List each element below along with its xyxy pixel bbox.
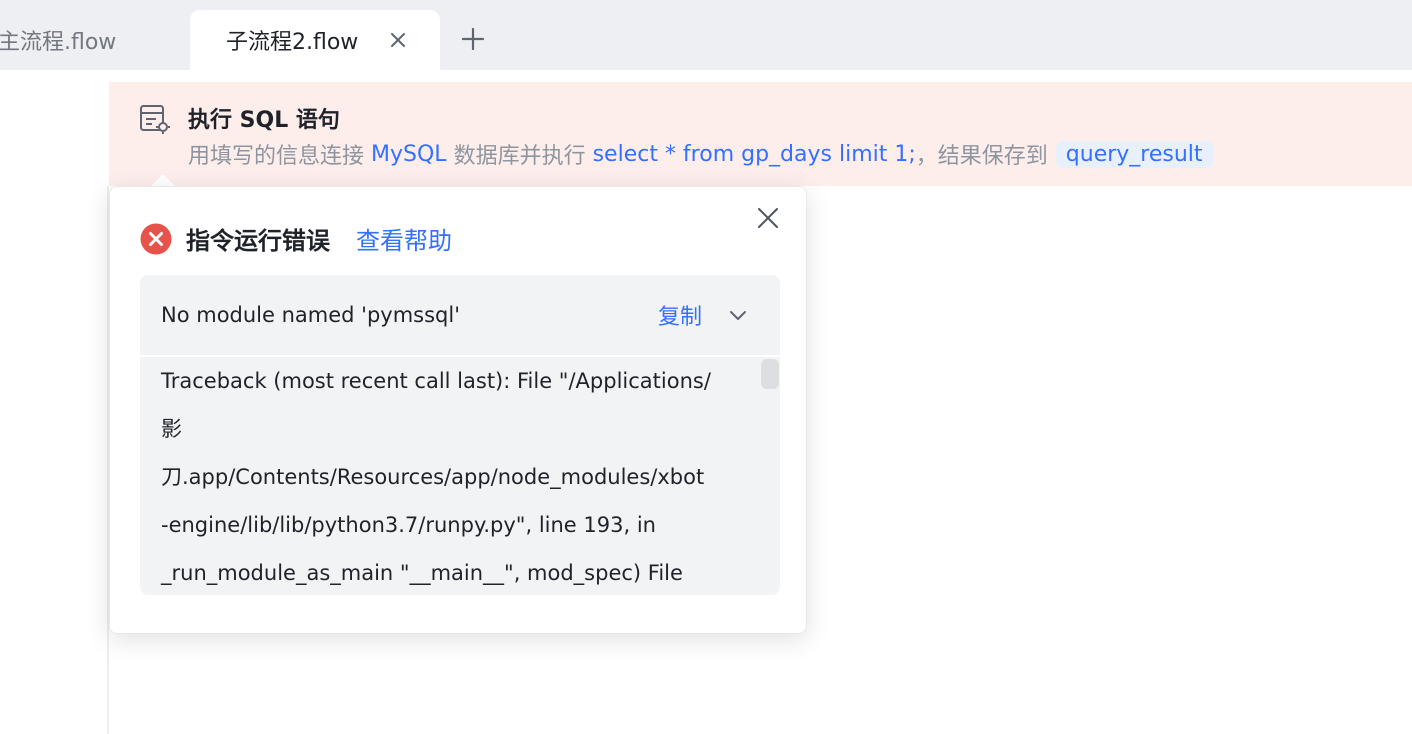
traceback-line: Traceback (most recent call last): File … bbox=[161, 369, 711, 393]
db-type: MySQL bbox=[371, 141, 447, 167]
chevron-down-icon[interactable] bbox=[728, 305, 748, 325]
tab-label: 子流程2.flow bbox=[226, 30, 359, 55]
step-title: 执行 SQL 语句 bbox=[188, 108, 340, 133]
traceback-line: -engine/lib/lib/python3.7/runpy.py", lin… bbox=[161, 513, 656, 537]
help-link[interactable]: 查看帮助 bbox=[356, 221, 452, 256]
close-icon[interactable] bbox=[756, 206, 780, 230]
close-icon[interactable] bbox=[388, 29, 408, 51]
tab-subflow-2[interactable]: 子流程2.flow bbox=[190, 10, 440, 70]
copy-button[interactable]: 复制 bbox=[658, 299, 702, 331]
tab-label: 主流程.flow bbox=[0, 30, 117, 55]
error-header: 指令运行错误 查看帮助 bbox=[140, 221, 452, 256]
error-title: 指令运行错误 bbox=[186, 227, 330, 255]
desc-mid: 数据库并执行 bbox=[453, 144, 586, 169]
step-description: 用填写的信息连接 MySQL 数据库并执行 select * from gp_d… bbox=[188, 138, 1213, 170]
error-icon bbox=[140, 223, 172, 254]
traceback-line: 刀.app/Contents/Resources/app/node_module… bbox=[161, 465, 705, 489]
desc-suffix: ，结果保存到 bbox=[915, 144, 1048, 169]
error-message-box: No module named 'pymssql' 复制 bbox=[140, 275, 780, 355]
error-message: No module named 'pymssql' bbox=[161, 303, 460, 327]
traceback-line: _run_module_as_main "__main__", mod_spec… bbox=[161, 561, 683, 585]
tab-bar: 主流程.flow 子流程2.flow bbox=[0, 0, 1412, 70]
plus-icon[interactable] bbox=[460, 26, 486, 52]
error-popover: 指令运行错误 查看帮助 No module named 'pymssql' 复制… bbox=[109, 186, 807, 634]
flow-step-execute-sql[interactable]: 执行 SQL 语句 用填写的信息连接 MySQL 数据库并执行 select *… bbox=[109, 82, 1412, 186]
traceback-line: 影 bbox=[161, 417, 182, 441]
sql-statement: select * from gp_days limit 1; bbox=[592, 141, 916, 167]
traceback-panel[interactable]: Traceback (most recent call last): File … bbox=[140, 357, 780, 595]
sql-table-icon bbox=[140, 105, 170, 134]
desc-prefix: 用填写的信息连接 bbox=[188, 144, 365, 169]
traceback-text: Traceback (most recent call last): File … bbox=[161, 357, 761, 595]
scrollbar-thumb[interactable] bbox=[761, 359, 779, 389]
result-variable[interactable]: query_result bbox=[1055, 140, 1213, 168]
tab-main-flow[interactable]: 主流程.flow bbox=[0, 10, 116, 70]
